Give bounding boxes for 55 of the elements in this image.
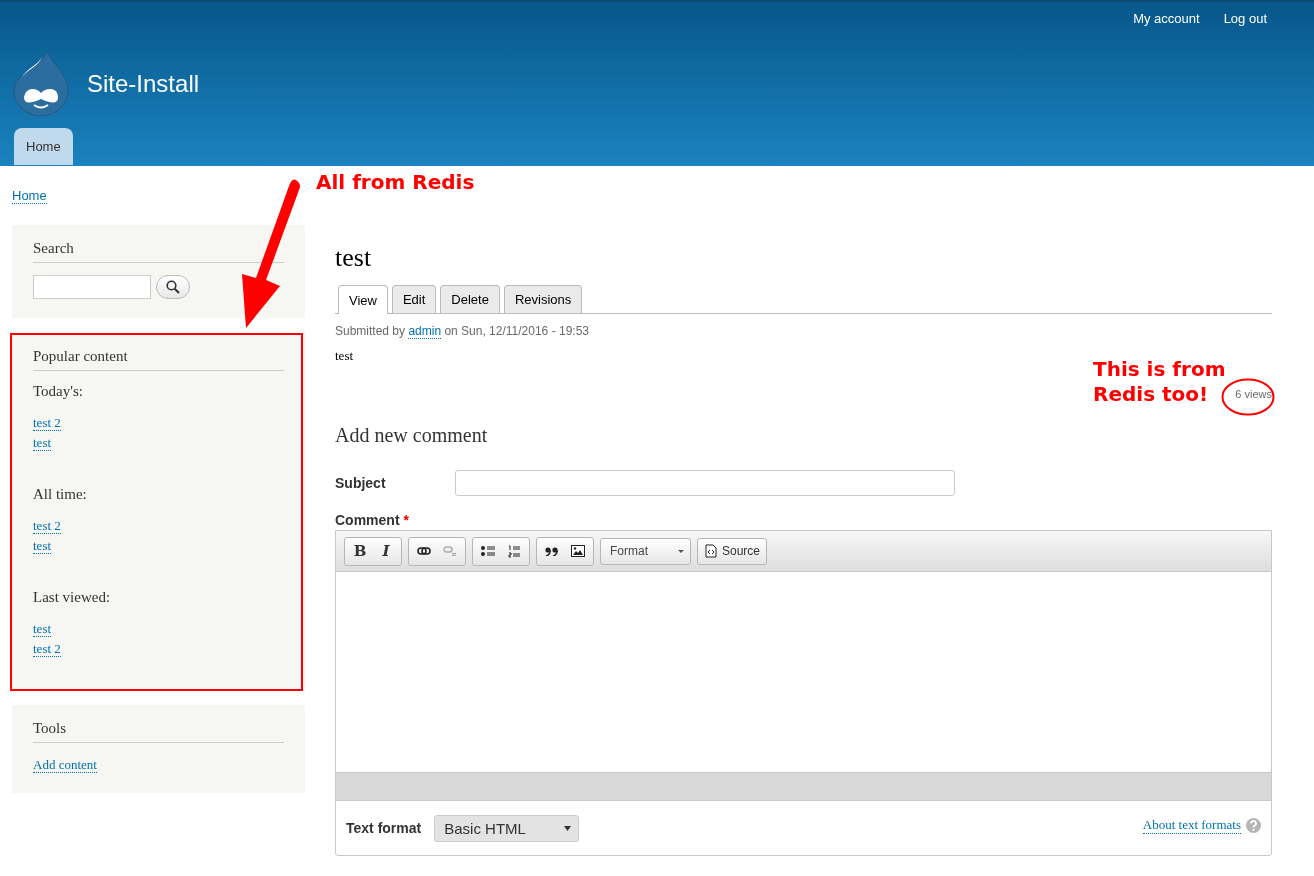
- block-title: Tools: [33, 720, 284, 743]
- required-mark: *: [403, 512, 409, 528]
- section-heading: Last viewed:: [33, 589, 112, 606]
- page-title: test: [335, 243, 373, 273]
- source-button[interactable]: Source: [697, 537, 768, 565]
- broken-chain-icon: [443, 546, 457, 556]
- document-icon: [705, 544, 717, 558]
- field-label: Comment: [335, 512, 400, 528]
- numbered-list-icon: [508, 544, 520, 558]
- breadcrumb-link[interactable]: Home: [12, 188, 47, 204]
- highlight-circle: [1221, 378, 1275, 416]
- text-format-select[interactable]: Basic HTML: [434, 814, 580, 842]
- content-link[interactable]: test: [33, 436, 52, 451]
- author-link[interactable]: admin: [408, 324, 442, 339]
- block-title: Popular content: [33, 348, 284, 371]
- search-button[interactable]: [156, 275, 190, 299]
- about-text-formats-link[interactable]: About text formats: [1142, 816, 1241, 834]
- bulleted-list-icon: [481, 545, 495, 557]
- submitted-text: Submitted by: [335, 324, 406, 338]
- caret-icon: [564, 825, 572, 831]
- caret-icon: [678, 549, 684, 553]
- node-tab[interactable]: Edit: [391, 285, 437, 313]
- section-heading: Add new comment: [335, 424, 489, 447]
- header-link[interactable]: My account: [1133, 11, 1200, 36]
- field-label: Text format: [346, 820, 422, 836]
- view-count: 6 views: [1235, 388, 1272, 400]
- bold-button[interactable]: B: [347, 537, 373, 565]
- quote-icon: [545, 546, 559, 556]
- header-link[interactable]: Log out: [1223, 11, 1267, 36]
- annotation-text: All from Redis: [316, 170, 475, 195]
- site-name[interactable]: Site-Install: [87, 70, 200, 98]
- node-tab[interactable]: Revisions: [503, 285, 583, 313]
- annotation-text: This is from Redis too!: [1093, 357, 1227, 407]
- tools-link[interactable]: Add content: [33, 757, 97, 773]
- chain-icon: [417, 547, 431, 555]
- content-link[interactable]: test: [33, 622, 52, 637]
- content-link[interactable]: test 2: [33, 642, 61, 657]
- subject-field[interactable]: [455, 470, 955, 496]
- drop-logo-icon[interactable]: [12, 51, 70, 117]
- field-label: Subject: [335, 475, 387, 491]
- search-icon: [166, 280, 180, 294]
- image-icon: [571, 545, 585, 557]
- content-link[interactable]: test 2: [33, 416, 61, 431]
- node-body: test: [335, 348, 355, 364]
- node-tab[interactable]: View: [338, 285, 388, 314]
- italic-button[interactable]: I: [373, 537, 399, 565]
- section-heading: All time:: [33, 486, 88, 503]
- search-field[interactable]: [33, 275, 151, 299]
- nav-tab[interactable]: Home: [14, 128, 73, 165]
- format-dropdown[interactable]: Format: [600, 537, 691, 565]
- content-link[interactable]: test 2: [33, 519, 61, 534]
- content-link[interactable]: test: [33, 539, 52, 554]
- section-heading: Today's:: [33, 383, 84, 400]
- node-tab[interactable]: Delete: [440, 285, 500, 313]
- submitted-date: on Sun, 12/11/2016 - 19:53: [444, 324, 589, 338]
